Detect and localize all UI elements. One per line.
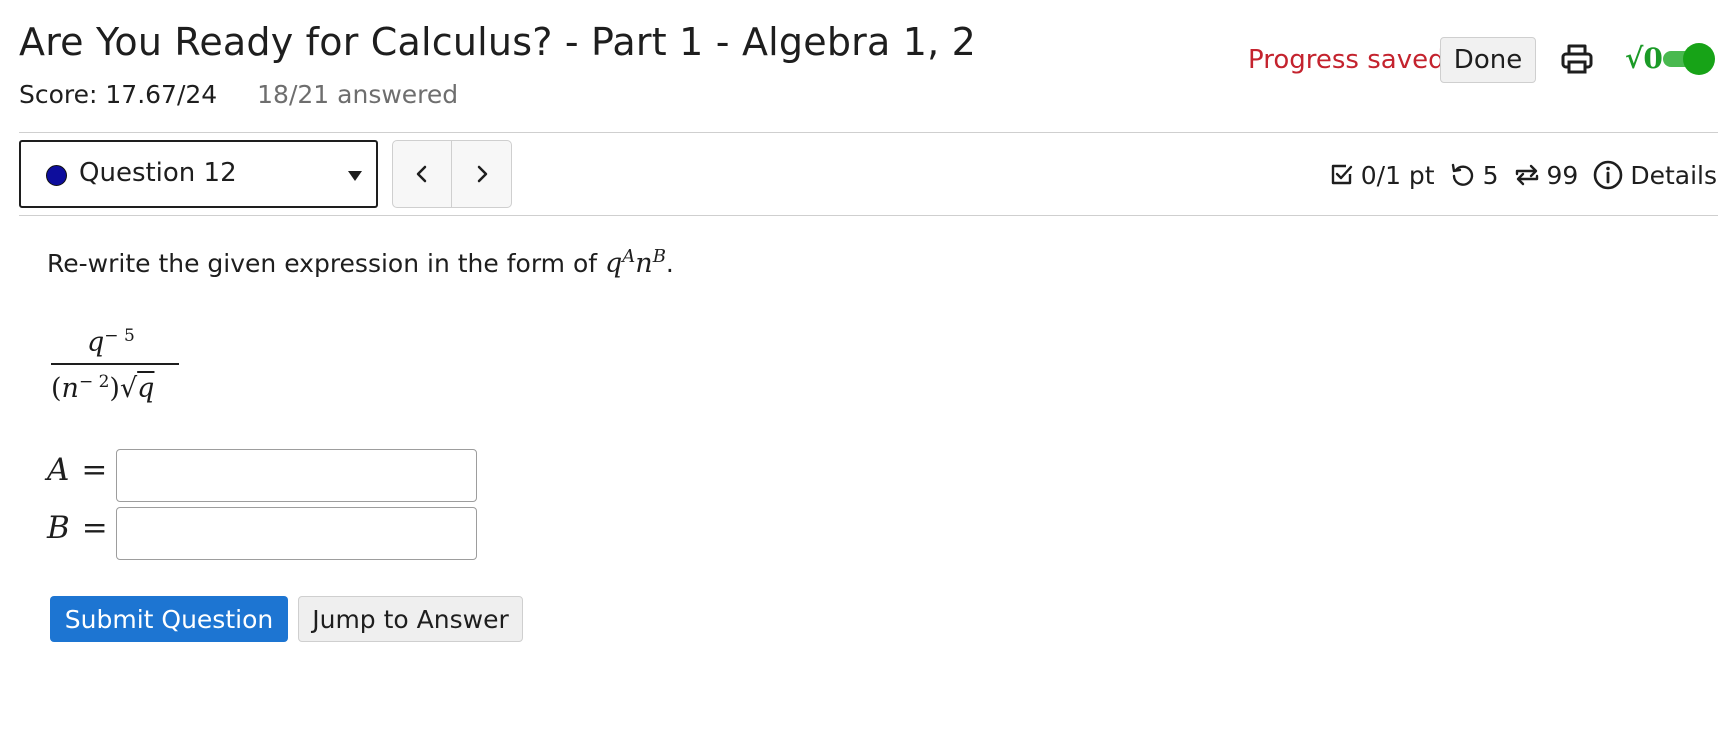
details-label: Details bbox=[1630, 160, 1717, 190]
prompt-text: Re-write the given expression in the for… bbox=[47, 249, 605, 278]
prompt-exp-a: A bbox=[622, 246, 636, 267]
assignment-page: Are You Ready for Calculus? - Part 1 - A… bbox=[0, 0, 1728, 745]
print-icon[interactable] bbox=[1561, 43, 1593, 75]
var-a-equals: = bbox=[81, 452, 108, 488]
retries-item: 5 bbox=[1449, 161, 1499, 190]
chevron-right-icon bbox=[477, 165, 487, 183]
points-text: 0/1 pt bbox=[1360, 160, 1435, 190]
denominator-exponent: − 2 bbox=[78, 372, 110, 392]
toolbar-divider bbox=[19, 215, 1718, 216]
question-status-dot bbox=[46, 165, 67, 186]
question-meta: 0/1 pt 5 99 Details bbox=[1315, 158, 1717, 192]
attempts-item: 99 bbox=[1513, 160, 1579, 190]
fraction-bar bbox=[51, 363, 179, 365]
attempts-count: 99 bbox=[1546, 160, 1579, 190]
points-item: 0/1 pt bbox=[1329, 161, 1435, 190]
question-nav-group bbox=[392, 140, 512, 208]
print-icon-graphic bbox=[1561, 44, 1593, 74]
var-b-equals: = bbox=[81, 510, 108, 546]
denominator-base: n bbox=[61, 373, 79, 404]
prompt-base-n: n bbox=[635, 248, 653, 279]
var-a-label: A = bbox=[47, 452, 107, 488]
checkbox-icon bbox=[1331, 164, 1352, 185]
jump-to-answer-button[interactable]: Jump to Answer bbox=[298, 596, 523, 642]
prompt-exp-b: B bbox=[652, 246, 666, 267]
repeat-icon bbox=[1515, 164, 1538, 186]
retry-icon bbox=[1451, 163, 1473, 186]
sqrt-icon: √0 bbox=[1625, 42, 1663, 75]
var-b-label: B = bbox=[47, 510, 108, 546]
prompt-base-q: q bbox=[605, 248, 623, 279]
answer-a-input[interactable] bbox=[116, 449, 477, 502]
question-select[interactable]: Question 12 bbox=[19, 140, 378, 208]
prompt-end: . bbox=[665, 249, 674, 278]
numerator-exponent: − 5 bbox=[104, 326, 135, 346]
denominator-open-paren: ( bbox=[51, 373, 62, 404]
question-prompt: Re-write the given expression in the for… bbox=[47, 246, 674, 279]
expression-fraction: q− 5 (n− 2)√q bbox=[51, 316, 179, 412]
submit-question-button[interactable]: Submit Question bbox=[50, 596, 288, 642]
fraction-denominator: (n− 2)√q bbox=[51, 372, 154, 404]
prompt-math: qAnB bbox=[605, 246, 666, 279]
header-divider bbox=[19, 132, 1718, 133]
next-question-button[interactable] bbox=[452, 141, 511, 207]
answered-count: 18/21 answered bbox=[257, 80, 459, 109]
math-entry-toggle[interactable]: √0 bbox=[1625, 42, 1715, 76]
var-a-symbol: A bbox=[47, 452, 70, 488]
retries-count: 5 bbox=[1482, 160, 1499, 190]
prev-question-button[interactable] bbox=[393, 141, 453, 207]
fraction-numerator: q− 5 bbox=[87, 326, 135, 358]
assignment-title: Are You Ready for Calculus? - Part 1 - A… bbox=[19, 20, 977, 64]
var-b-symbol: B bbox=[47, 510, 70, 546]
numerator-base: q bbox=[87, 327, 105, 358]
done-button[interactable]: Done bbox=[1440, 37, 1536, 83]
score-text: Score: 17.67/24 bbox=[19, 80, 218, 109]
caret-down-icon bbox=[348, 171, 362, 181]
info-icon bbox=[1594, 160, 1623, 190]
sqrt-sign: √ bbox=[119, 373, 138, 404]
question-select-label: Question 12 bbox=[79, 158, 237, 188]
score-line: Score: 17.67/24 18/21 answered bbox=[19, 80, 458, 109]
answer-b-input[interactable] bbox=[116, 507, 477, 560]
denominator-close-paren: ) bbox=[109, 373, 120, 404]
chevron-left-icon bbox=[416, 165, 427, 183]
details-button[interactable]: Details bbox=[1592, 159, 1717, 191]
sqrt-argument: q bbox=[137, 373, 155, 404]
progress-status: Progress saved bbox=[1248, 45, 1445, 75]
toggle-knob bbox=[1683, 43, 1715, 75]
